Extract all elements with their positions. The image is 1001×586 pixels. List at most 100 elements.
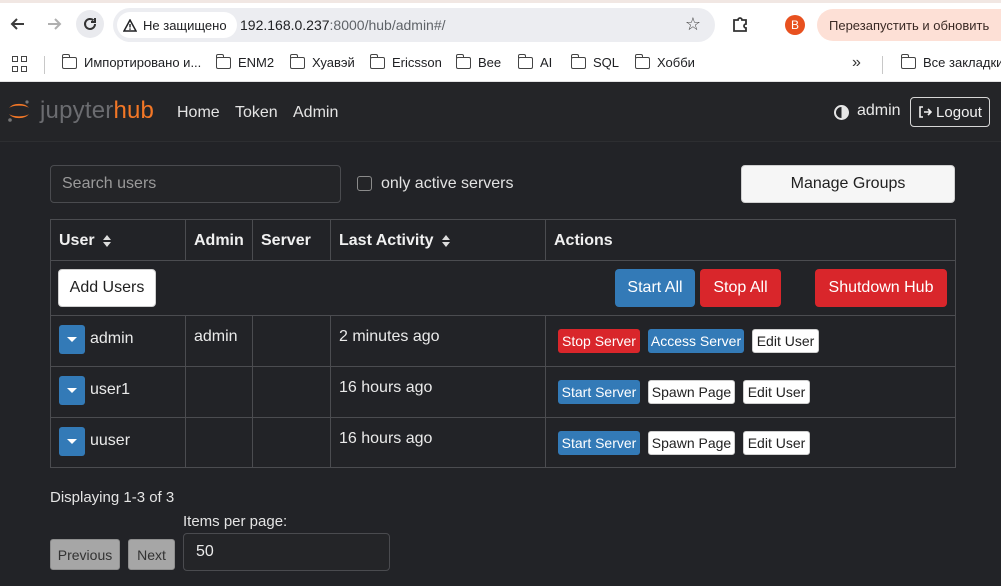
security-indicator[interactable]: Не защищено — [117, 12, 237, 38]
bookmark-label: Импортировано и... — [84, 55, 202, 70]
user-last-activity: 16 hours ago — [339, 379, 433, 396]
bookmark-folder[interactable]: Хуавэй — [289, 53, 355, 70]
column-label: User — [59, 232, 95, 249]
bookmark-label: Bee — [478, 55, 502, 70]
back-button[interactable] — [4, 10, 32, 38]
add-users-button[interactable]: Add Users — [58, 269, 156, 307]
bookmark-label: AI — [540, 55, 553, 70]
expand-row-caret-icon[interactable] — [59, 325, 85, 354]
previous-page-button[interactable]: Previous — [50, 539, 120, 570]
shutdown-hub-button[interactable]: Shutdown Hub — [815, 269, 947, 307]
column-header-admin: Admin — [194, 232, 244, 250]
relaunch-update-button[interactable]: Перезапустить и обновить — [817, 9, 1001, 41]
column-label: Last Activity — [339, 232, 434, 249]
window-accent — [0, 0, 1001, 3]
user-admin: admin — [194, 328, 238, 345]
column-header-last-activity[interactable]: Last Activity — [339, 232, 451, 250]
theme-toggle-icon[interactable] — [834, 105, 849, 120]
puzzle-icon — [733, 17, 747, 32]
nav-token-link[interactable]: Token — [235, 104, 278, 122]
bookmark-label: SQL — [593, 55, 620, 70]
jupyter-logo-icon — [8, 100, 29, 122]
more-bookmarks-icon[interactable]: » — [852, 54, 861, 72]
next-page-button[interactable]: Next — [128, 539, 175, 570]
manage-groups-button[interactable]: Manage Groups — [741, 165, 955, 203]
user-name: user1 — [90, 381, 131, 398]
bookmark-label: Хуавэй — [312, 55, 355, 70]
edit-user-button[interactable]: Edit User — [743, 431, 810, 455]
user-name: uuser — [90, 432, 131, 449]
stop-all-button[interactable]: Stop All — [700, 269, 781, 307]
folder-icon — [289, 53, 305, 69]
bookmarks-divider — [882, 56, 883, 74]
logo-hub-text: hub — [113, 97, 155, 124]
nav-home-link[interactable]: Home — [177, 104, 220, 122]
column-header-server: Server — [261, 232, 311, 250]
warning-icon — [123, 18, 137, 32]
column-label: Actions — [554, 232, 613, 249]
browser-toolbar: Не защищено 192.168.0.237:8000/hub/admin… — [0, 0, 1001, 48]
column-header-user[interactable]: User — [59, 232, 112, 250]
access-server-button[interactable]: Access Server — [648, 329, 744, 353]
user-name: admin — [90, 330, 134, 347]
bookmark-star-icon[interactable]: ☆ — [685, 14, 701, 35]
logo-jupyter-text: jupyter — [40, 97, 114, 124]
reload-button[interactable] — [76, 10, 104, 38]
all-bookmarks-folder[interactable]: Все закладки — [900, 53, 1001, 70]
bookmark-label: Ericsson — [392, 55, 442, 70]
bookmark-label: ENM2 — [238, 55, 275, 70]
display-count: Displaying 1-3 of 3 — [50, 489, 175, 506]
user-last-activity: 16 hours ago — [339, 430, 433, 447]
url-path: :8000/hub/admin#/ — [329, 17, 446, 33]
folder-icon — [215, 53, 231, 69]
forward-button[interactable] — [40, 10, 68, 38]
folder-icon — [455, 53, 471, 69]
start-all-button[interactable]: Start All — [615, 269, 695, 307]
start-server-button[interactable]: Start Server — [558, 431, 640, 455]
spawn-page-button[interactable]: Spawn Page — [648, 380, 735, 404]
bookmark-folder[interactable]: ENM2 — [215, 53, 275, 70]
folder-icon — [517, 53, 533, 69]
bookmark-folder[interactable]: Bee — [455, 53, 502, 70]
sort-icon[interactable] — [441, 235, 451, 247]
folder-icon — [634, 53, 650, 69]
sign-out-icon — [919, 106, 933, 118]
start-server-button[interactable]: Start Server — [558, 380, 640, 404]
nav-admin-link[interactable]: Admin — [293, 104, 338, 122]
spawn-page-button[interactable]: Spawn Page — [648, 431, 735, 455]
expand-row-caret-icon[interactable] — [59, 376, 85, 405]
bookmark-folder[interactable]: Хобби — [634, 53, 695, 70]
profile-avatar[interactable]: B — [785, 15, 805, 35]
bookmark-folder[interactable]: SQL — [570, 53, 620, 70]
hub-navbar: jupyterhub Home Token Admin admin Logout — [0, 83, 1001, 142]
bookmark-folder[interactable]: AI — [517, 53, 553, 70]
search-users-input[interactable] — [50, 165, 341, 203]
user-last-activity: 2 minutes ago — [339, 328, 440, 345]
sort-icon[interactable] — [102, 235, 112, 247]
jupyterhub-logo[interactable]: jupyterhub — [6, 97, 154, 125]
logout-label: Logout — [936, 103, 982, 121]
edit-user-button[interactable]: Edit User — [743, 380, 810, 404]
edit-user-button[interactable]: Edit User — [752, 329, 819, 353]
logout-button[interactable]: Logout — [910, 97, 990, 127]
stop-server-button[interactable]: Stop Server — [558, 329, 640, 353]
users-table — [50, 219, 956, 468]
extensions-button[interactable] — [729, 12, 753, 36]
items-per-page-input[interactable] — [183, 533, 390, 571]
arrow-left-icon — [10, 18, 24, 30]
address-bar[interactable]: Не защищено 192.168.0.237:8000/hub/admin… — [113, 8, 715, 42]
bookmark-folder[interactable]: Ericsson — [369, 53, 442, 70]
folder-icon — [369, 53, 385, 69]
bookmarks-bar: Импортировано и... ENM2 Хуавэй Ericsson … — [0, 48, 1001, 82]
folder-icon — [570, 53, 586, 69]
only-active-checkbox[interactable] — [357, 176, 372, 191]
url-host: 192.168.0.237 — [240, 17, 330, 33]
expand-row-caret-icon[interactable] — [59, 427, 85, 456]
column-header-actions: Actions — [554, 232, 613, 250]
bookmarks-divider — [44, 56, 45, 74]
only-active-label: only active servers — [381, 175, 514, 192]
apps-grid-icon[interactable] — [12, 56, 28, 72]
bookmark-folder[interactable]: Импортировано и... — [61, 53, 202, 70]
reload-icon — [84, 17, 96, 30]
folder-icon — [900, 53, 916, 69]
